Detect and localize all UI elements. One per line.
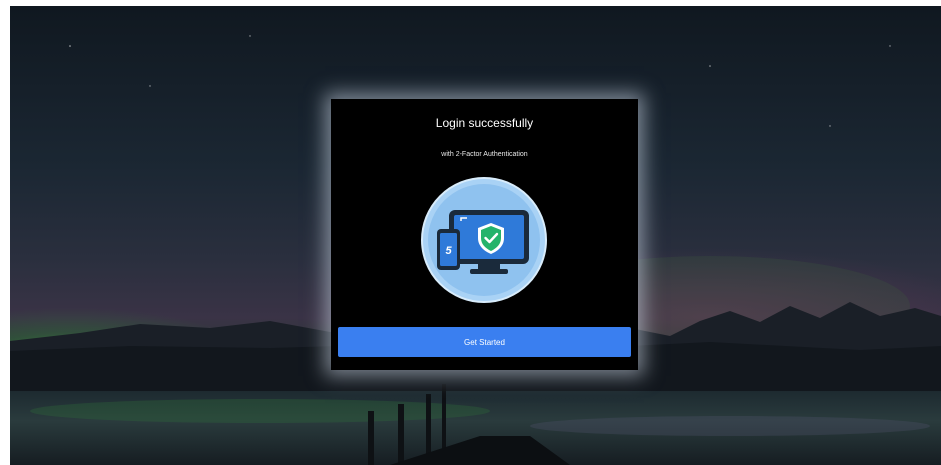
login-success-dialog: Login successfully with 2-Factor Authent… [331,99,638,370]
get-started-button[interactable]: Get Started [338,327,631,357]
phone-glyph: 5 [445,245,452,257]
devices-shield-icon: 5 [421,177,547,303]
dialog-subtitle: with 2-Factor Authentication [441,151,528,158]
login-success-screen: Login successfully with 2-Factor Authent… [10,6,941,465]
dialog-title: Login successfully [435,116,534,130]
